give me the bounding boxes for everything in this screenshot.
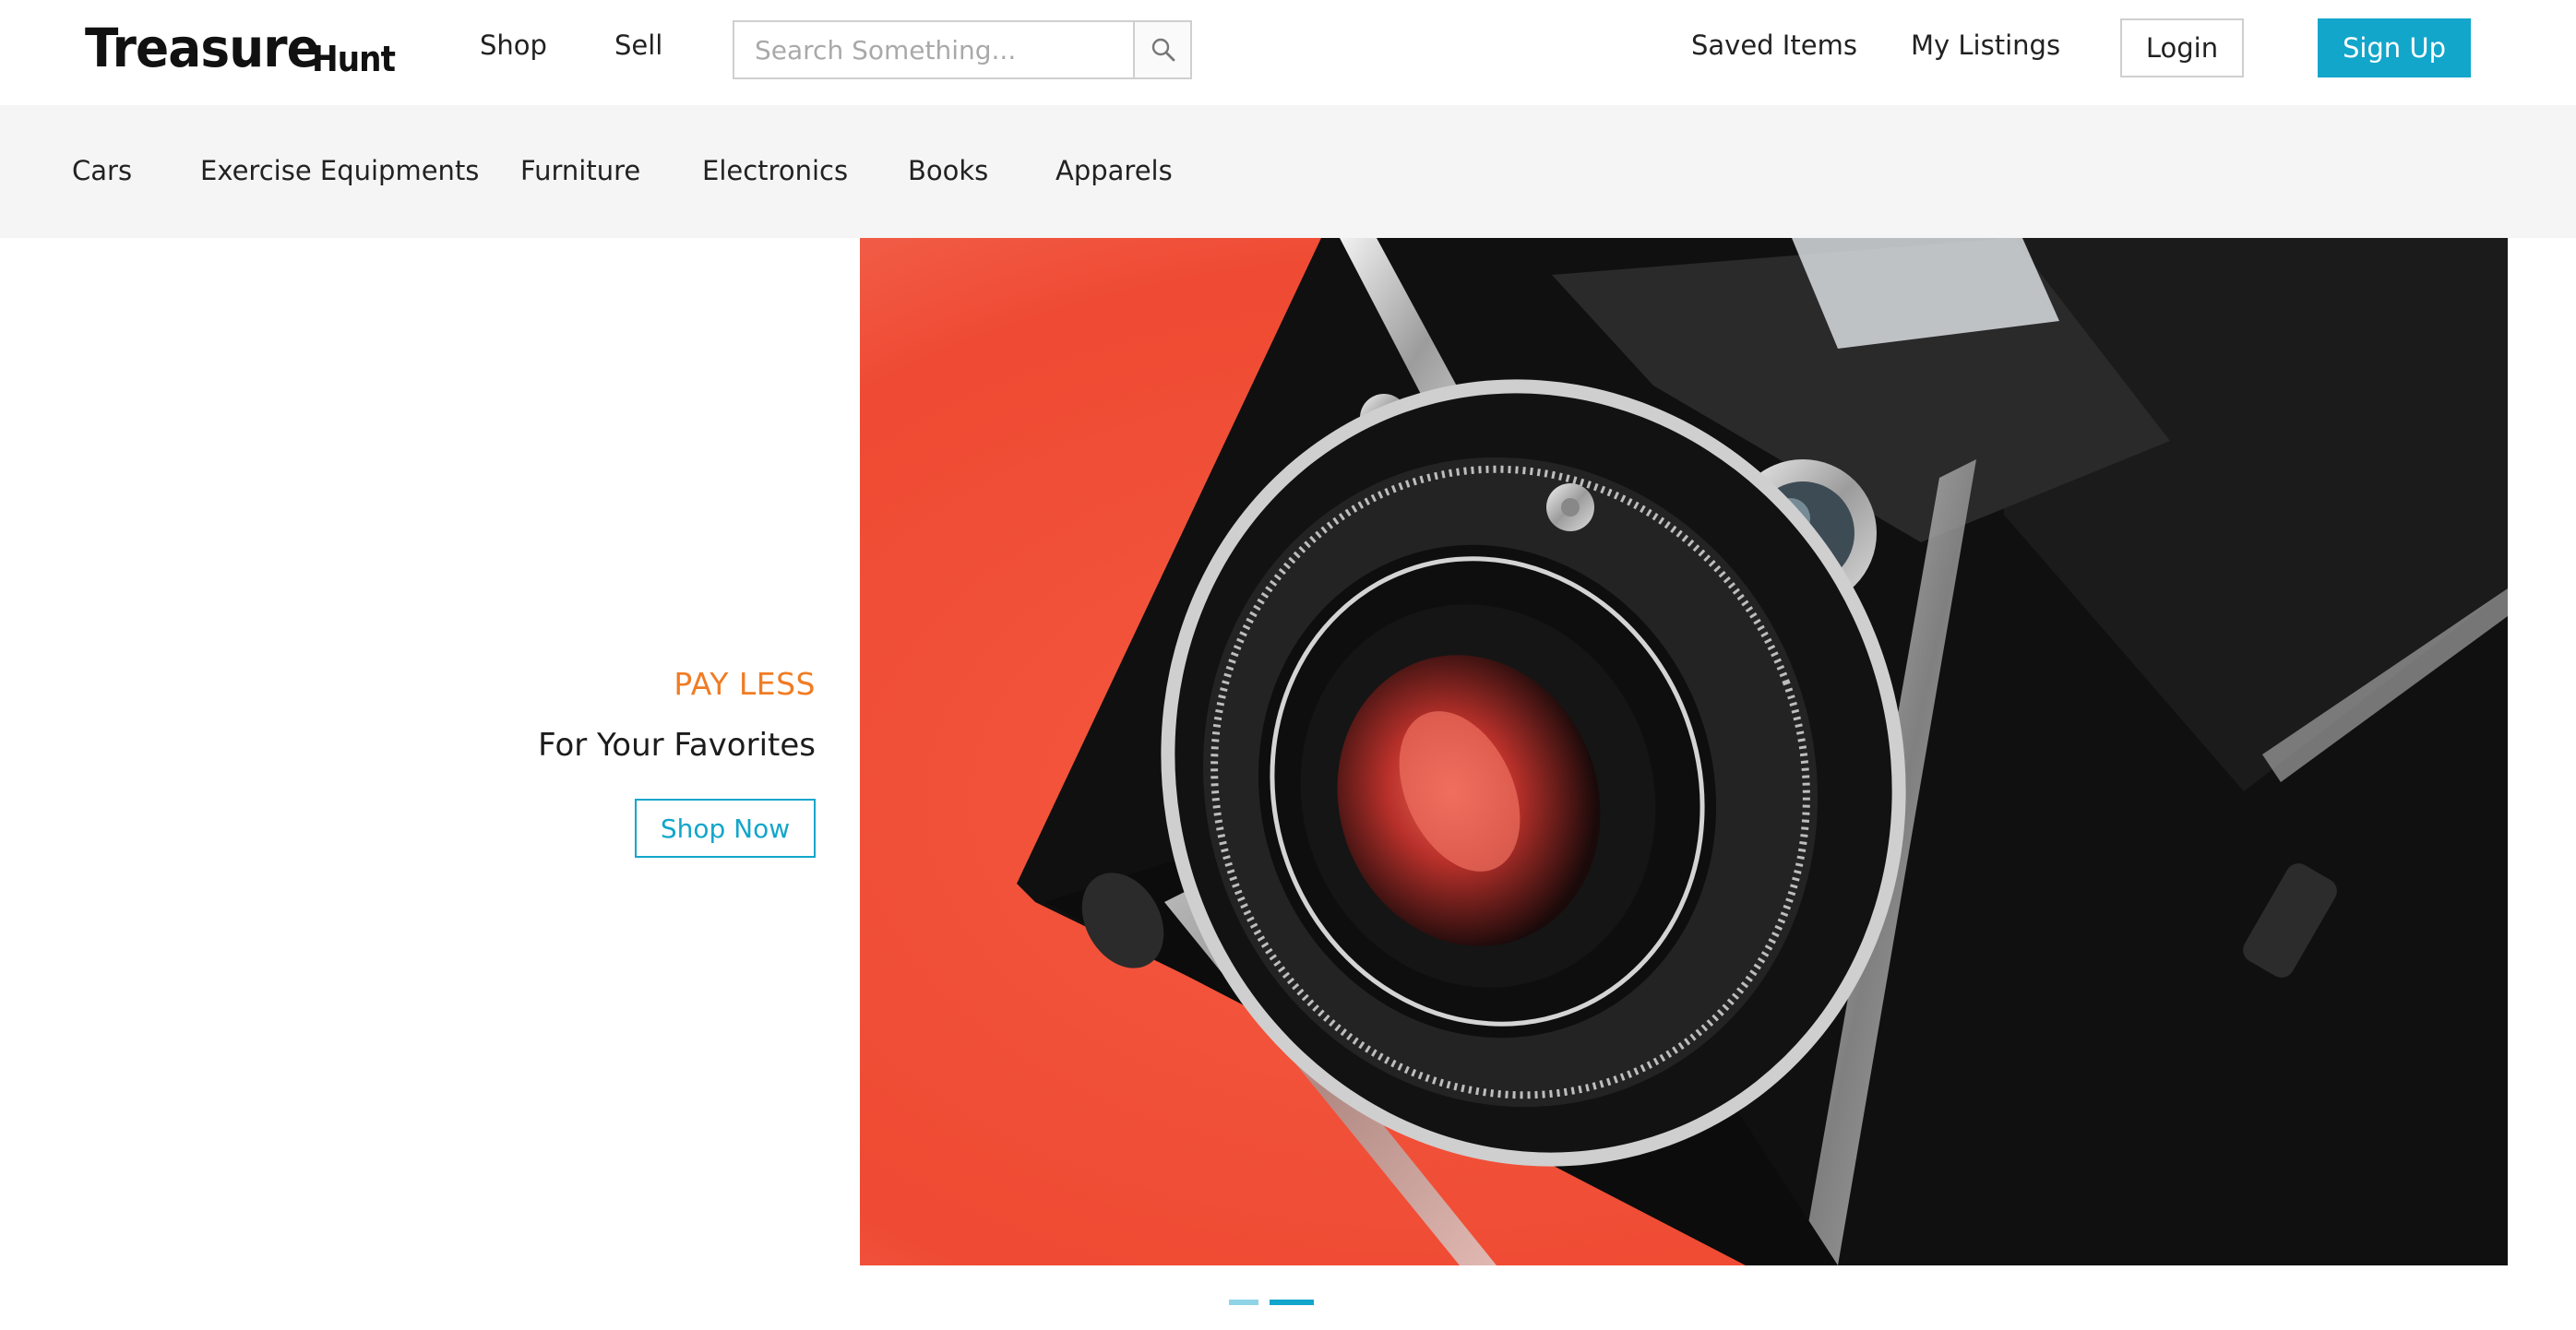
login-button[interactable]: Login [2120, 18, 2244, 77]
hero-subtitle: For Your Favorites [538, 727, 816, 764]
signup-button[interactable]: Sign Up [2318, 18, 2471, 77]
top-header: Treasure Hunt Shop Sell Saved Items My L… [0, 0, 2576, 105]
site-logo[interactable]: Treasure Hunt [85, 17, 396, 81]
saved-items-link[interactable]: Saved Items [1691, 30, 1857, 61]
hero-camera-image [860, 238, 2508, 1265]
category-apparels[interactable]: Apparels [1055, 155, 1173, 186]
carousel-indicator-2[interactable] [1270, 1300, 1314, 1305]
logo-main-text: Treasure [85, 17, 320, 79]
carousel-indicator-1[interactable] [1229, 1300, 1258, 1305]
category-bar: Cars Exercise Equipments Furniture Elect… [0, 105, 2576, 238]
logo-sub-text: Hunt [312, 39, 396, 79]
category-books[interactable]: Books [908, 155, 988, 186]
search-button[interactable] [1133, 22, 1190, 77]
category-furniture[interactable]: Furniture [520, 155, 640, 186]
search-icon [1151, 38, 1175, 62]
category-exercise[interactable]: Exercise Equipments [200, 155, 479, 186]
camera-illustration [860, 238, 2508, 1265]
category-electronics[interactable]: Electronics [702, 155, 848, 186]
my-listings-link[interactable]: My Listings [1911, 30, 2060, 61]
hero-tagline: PAY LESS [674, 666, 816, 702]
search-box [733, 20, 1192, 79]
shop-now-button[interactable]: Shop Now [635, 799, 816, 858]
category-cars[interactable]: Cars [72, 155, 132, 186]
nav-shop-link[interactable]: Shop [480, 30, 547, 61]
nav-sell-link[interactable]: Sell [614, 30, 662, 61]
search-input[interactable] [734, 22, 1135, 77]
